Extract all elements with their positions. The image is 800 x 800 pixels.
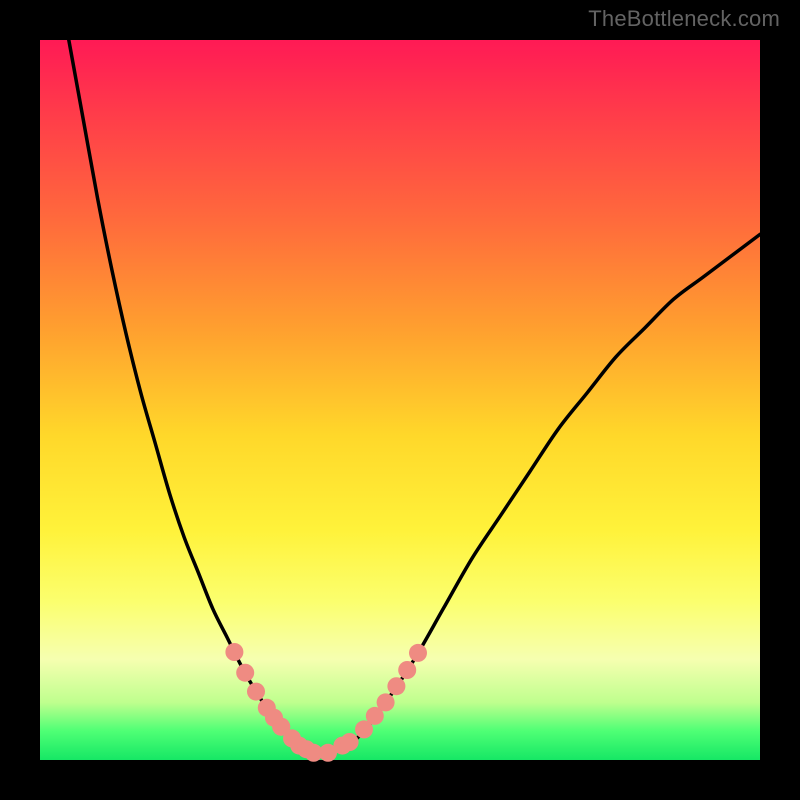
heatmap-gradient <box>40 40 760 760</box>
watermark-text: TheBottleneck.com <box>588 6 780 32</box>
chart-stage: TheBottleneck.com <box>0 0 800 800</box>
